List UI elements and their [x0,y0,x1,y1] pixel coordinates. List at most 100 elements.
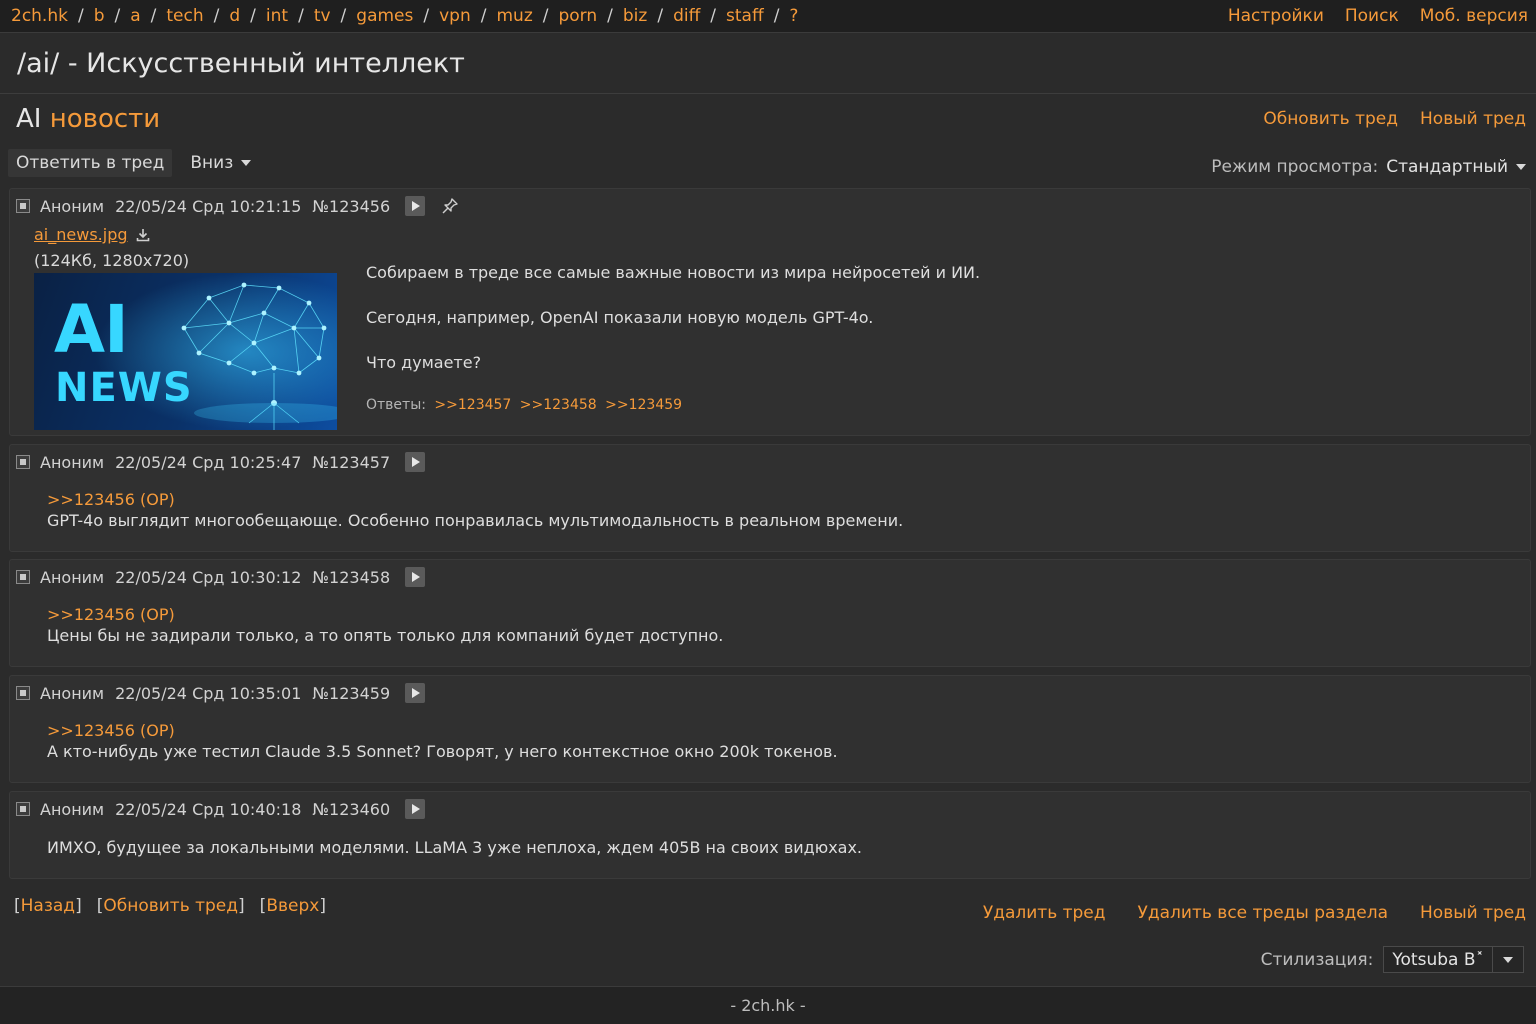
post-number[interactable]: №123457 [312,453,390,472]
separator: / [150,6,157,26]
post-date: 22/05/24 Срд 10:40:18 [115,799,302,819]
reply-to-thread-button[interactable]: Ответить в тред [8,149,173,177]
quote-link[interactable]: >>123456 (OP) [47,605,175,624]
post-checkbox[interactable] [16,802,30,816]
download-icon[interactable] [136,228,150,242]
board-link-vpn[interactable]: vpn [439,6,471,26]
mobile-version-link[interactable]: Моб. версия [1420,6,1528,26]
thumbnail-text-ai: AI [54,291,129,368]
post-header: Аноним 22/05/24 Срд 10:21:15 №123456 [16,195,459,217]
board-link-games[interactable]: games [356,6,413,26]
post-menu-button[interactable] [405,683,426,703]
post-menu-button[interactable] [405,799,426,819]
play-icon [412,804,421,814]
quote-link[interactable]: >>123456 (OP) [47,490,175,509]
update-link-wrap: [Обновить тред] [96,896,245,916]
separator: / [213,6,220,26]
style-label: Стилизация: [1260,949,1374,970]
style-selector: Стилизация: Yotsuba B˟ [1261,946,1524,973]
board-link-porn[interactable]: porn [558,6,597,26]
reply-link[interactable]: >>123457 [434,397,511,413]
board-link-staff[interactable]: staff [726,6,764,26]
back-link-wrap: [Назад] [14,896,82,916]
board-link-int[interactable]: int [266,6,288,26]
file-meta: (124Кб, 1280x720) [34,251,190,270]
thread-title-row: AI новости Обновить тред Новый тред [16,104,1526,134]
chevron-down-icon [241,160,252,166]
thread-controls: Ответить в тред Вниз Режим просмотра: Ст… [8,149,1526,177]
reply-link[interactable]: >>123458 [520,397,597,413]
post-checkbox[interactable] [16,455,30,469]
post-body: >>123456 (OP) Цены бы не задирали только… [47,604,723,646]
op-paragraph: Собираем в треде все самые важные новост… [366,263,981,282]
delete-thread-link[interactable]: Удалить тред [983,903,1106,923]
view-mode-value: Стандартный [1386,157,1508,177]
post-number[interactable]: №123458 [312,568,390,587]
post-thumbnail-image[interactable]: AI NEWS [34,273,337,430]
board-link-d[interactable]: d [229,6,240,26]
thread-actions: Обновить тред Новый тред [1263,109,1526,129]
post-header: Аноним 22/05/24 Срд 10:40:18 №123460 [16,798,426,820]
scroll-down-button[interactable]: Вниз [184,149,257,177]
update-thread-bottom-link[interactable]: Обновить тред [103,896,238,916]
scroll-top-link[interactable]: Вверх [266,896,319,916]
style-select[interactable]: Yotsuba B˟ [1383,946,1524,973]
play-icon [412,457,421,467]
board-title: /ai/ - Искусственный интеллект [17,48,465,79]
new-thread-link[interactable]: Новый тред [1420,109,1526,129]
post-checkbox[interactable] [16,199,30,213]
post-number[interactable]: №123459 [312,684,390,703]
settings-link[interactable]: Настройки [1228,6,1324,26]
post-menu-button[interactable] [405,567,426,587]
back-link[interactable]: Назад [21,896,75,916]
op-paragraph: Что думаете? [366,353,482,372]
reply-link[interactable]: >>123459 [605,397,682,413]
board-link-help[interactable]: ? [789,6,798,26]
post-text: А кто-нибудь уже тестил Claude 3.5 Sonne… [47,742,838,761]
board-link-b[interactable]: b [94,6,105,26]
post-body: ИМХО, будущее за локальными моделями. LL… [47,837,862,858]
new-thread-bottom-link[interactable]: Новый тред [1420,903,1526,923]
post-menu-button[interactable] [405,196,426,216]
reply-post: Аноним 22/05/24 Срд 10:40:18 №123460 ИМХ… [9,791,1531,879]
top-link-wrap: [Вверх] [259,896,326,916]
post-text: GPT-4o выглядит многообещающе. Особенно … [47,511,904,530]
file-name-link[interactable]: ai_news.jpg [34,222,128,248]
post-header: Аноним 22/05/24 Срд 10:35:01 №123459 [16,682,426,704]
post-author: Аноним [40,683,105,703]
post-text: ИМХО, будущее за локальными моделями. LL… [47,838,863,857]
post-number[interactable]: №123456 [312,197,390,216]
pin-icon[interactable] [441,197,459,215]
post-text: Цены бы не задирали только, а то опять т… [47,626,724,645]
post-date: 22/05/24 Срд 10:30:12 [115,567,302,587]
board-link-tech[interactable]: tech [166,6,203,26]
view-mode-label: Режим просмотра: [1211,157,1379,177]
separator: / [114,6,121,26]
board-link-tv[interactable]: tv [314,6,331,26]
replies-label: Ответы: [366,397,426,413]
post-number[interactable]: №123460 [312,800,390,819]
top-navbar: 2ch.hk / b / a / tech / d / int / tv / games / v… [0,0,1536,33]
view-mode-selector[interactable]: Режим просмотра: Стандартный [1211,157,1526,177]
post-menu-button[interactable] [405,452,426,472]
search-link[interactable]: Поиск [1345,6,1399,26]
board-link-home[interactable]: 2ch.hk [11,6,68,26]
quote-link[interactable]: >>123456 (OP) [47,721,175,740]
update-thread-link[interactable]: Обновить тред [1263,109,1398,129]
file-name-row: ai_news.jpg [34,222,189,248]
board-link-a[interactable]: a [130,6,140,26]
chevron-down-icon [1516,164,1526,170]
file-info: ai_news.jpg (124Кб, 1280x720) [34,222,189,274]
thumbnail-text-news: NEWS [55,365,193,411]
op-post: Аноним 22/05/24 Срд 10:21:15 №123456 ai_… [9,188,1531,436]
post-checkbox[interactable] [16,686,30,700]
separator: / [77,6,84,26]
board-link-biz[interactable]: biz [623,6,647,26]
op-message: Собираем в треде все самые важные новост… [366,262,980,413]
post-date: 22/05/24 Срд 10:35:01 [115,683,302,703]
post-header: Аноним 22/05/24 Срд 10:30:12 №123458 [16,566,426,588]
delete-all-threads-link[interactable]: Удалить все треды раздела [1138,903,1388,923]
board-link-diff[interactable]: diff [673,6,700,26]
board-link-muz[interactable]: muz [496,6,532,26]
post-checkbox[interactable] [16,570,30,584]
